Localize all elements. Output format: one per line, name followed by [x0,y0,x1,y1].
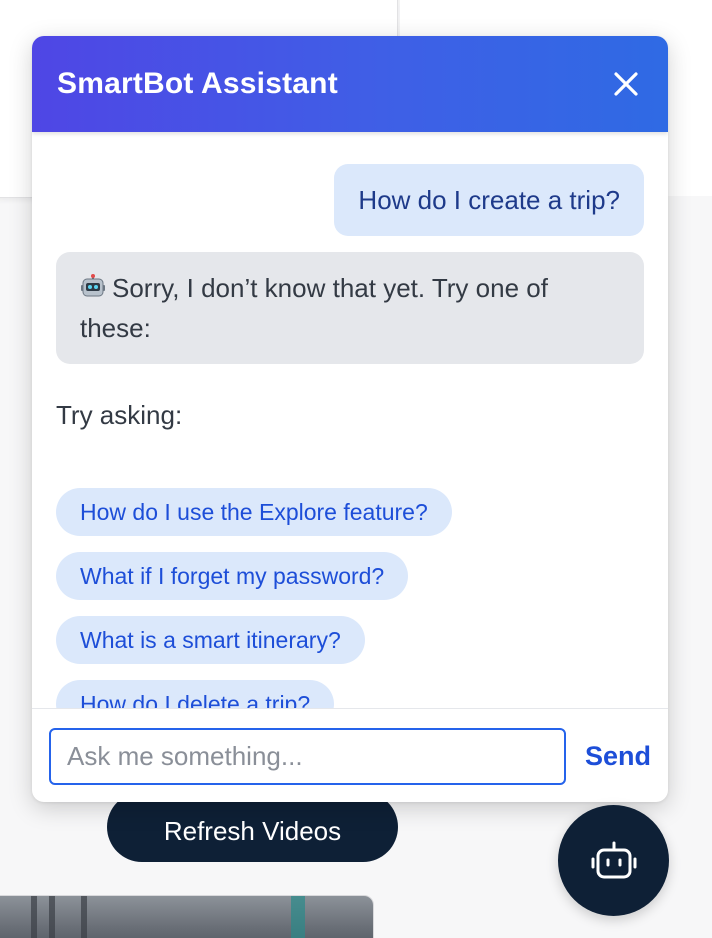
chatbot-launcher-button[interactable] [558,805,669,916]
bot-message: Sorry, I don’t know that yet. Try one of… [56,252,644,364]
robot-icon [591,841,636,878]
suggestions-label: Try asking: [56,400,183,430]
suggestion-chip[interactable]: What if I forget my password? [56,552,409,600]
refresh-videos-label: Refresh Videos [163,815,342,846]
refresh-videos-button[interactable]: Refresh Videos [107,792,398,862]
user-message-text: How do I create a trip? [358,184,620,215]
chat-header: SmartBot Assistant [32,36,668,132]
close-button[interactable] [606,64,646,104]
thumbnail-detail [31,896,37,938]
robot-emoji-icon [81,274,105,297]
chat-window: SmartBot Assistant How do I create a tri… [32,36,668,802]
video-thumbnail[interactable] [0,895,374,938]
user-message: How do I create a trip? [334,164,644,236]
thumbnail-detail [291,896,305,938]
message-list: How do I create a trip? Sorry, I don’t k… [32,132,668,708]
thumbnail-detail [81,896,87,938]
send-button[interactable]: Send [580,728,656,785]
chat-input[interactable] [49,728,566,785]
thumbnail-detail [49,896,55,938]
chat-title: SmartBot Assistant [57,67,338,100]
suggestion-chip[interactable]: How do I use the Explore feature? [56,488,452,536]
suggestion-chip[interactable]: What is a smart itinerary? [56,616,365,664]
page: Refresh Videos SmartBot Assistant How do… [0,0,712,938]
bot-message-text: Sorry, I don’t know that yet. Try one of… [80,273,548,343]
chat-input-bar: Send [32,708,668,802]
suggestion-chip[interactable]: How do I delete a trip? [56,680,335,708]
close-icon [614,72,638,96]
